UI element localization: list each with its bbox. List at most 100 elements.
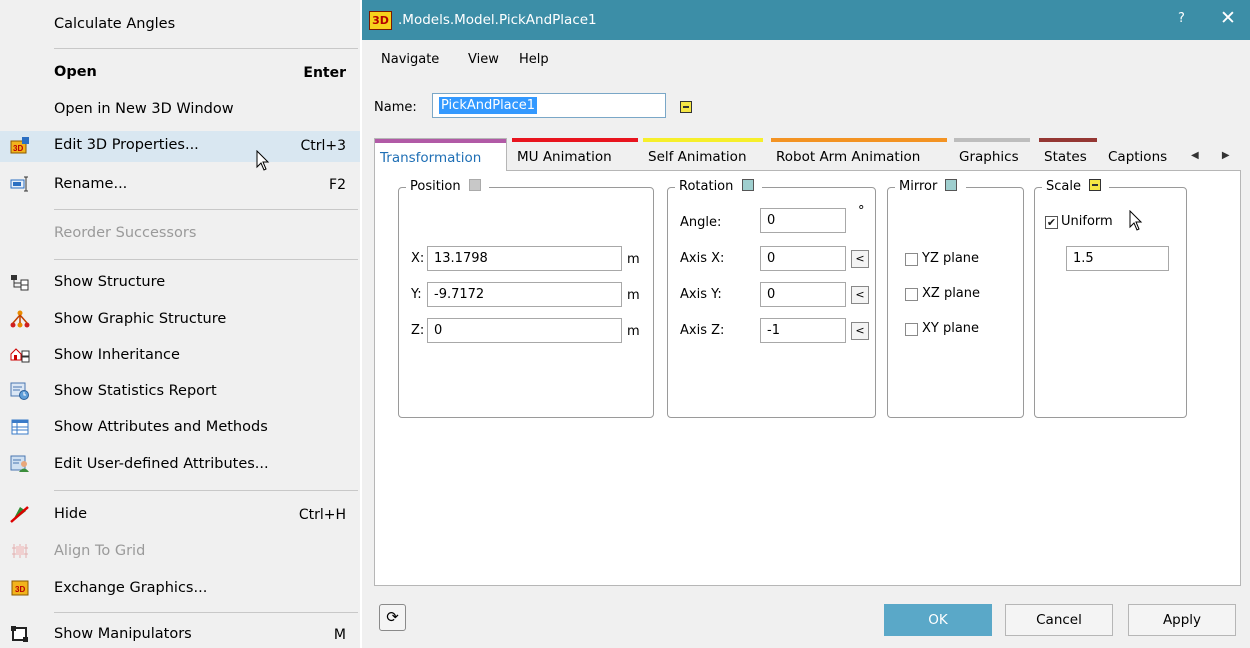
menu-item-hide[interactable]: Hide Ctrl+H — [0, 500, 360, 528]
position-group-title: Position — [410, 179, 461, 194]
menu-item-edit-3d-properties[interactable]: 3D Edit 3D Properties... Ctrl+3 — [0, 131, 360, 162]
scale-input[interactable]: 1.5 — [1066, 246, 1169, 271]
axis-z-label: Axis Z: — [680, 323, 725, 338]
menu-item-show-inheritance[interactable]: Show Inheritance — [0, 341, 360, 369]
title-bar: 3D .Models.Model.PickAndPlace1 ? ✕ — [362, 0, 1250, 40]
user-attributes-icon — [10, 455, 30, 473]
tab-states[interactable]: States — [1039, 138, 1097, 168]
tab-color-bar — [771, 138, 947, 142]
yz-plane-checkbox[interactable] — [905, 253, 918, 266]
ok-button[interactable]: OK — [884, 604, 992, 636]
angle-input[interactable]: 0 — [760, 208, 846, 233]
menu-navigate[interactable]: Navigate — [381, 52, 439, 67]
tab-captions[interactable]: Captions — [1103, 138, 1181, 168]
close-button[interactable]: ✕ — [1220, 7, 1236, 29]
axis-y-label: Axis Y: — [680, 287, 722, 302]
rename-icon — [10, 175, 30, 193]
position-z-input[interactable]: 0 — [427, 318, 622, 343]
menu-item-calculate-angles[interactable]: Calculate Angles — [0, 10, 360, 38]
name-input[interactable]: PickAndPlace1 — [432, 93, 666, 118]
y-label: Y: — [411, 287, 422, 302]
tab-transformation[interactable]: Transformation — [374, 138, 507, 171]
menu-separator — [54, 259, 358, 260]
position-group: Position X: 13.1798 m Y: -9.7172 m Z: 0 … — [398, 178, 654, 418]
help-button[interactable]: ? — [1178, 11, 1185, 26]
uniform-label: Uniform — [1061, 214, 1113, 229]
mirror-group-title: Mirror — [899, 179, 938, 194]
menu-bar: Navigate View Help — [362, 40, 1250, 80]
yz-plane-label: YZ plane — [922, 251, 980, 266]
axis-x-label: Axis X: — [680, 251, 725, 266]
inherit-toggle-icon[interactable] — [680, 101, 692, 113]
axis-y-input[interactable]: 0 — [760, 282, 846, 307]
properties-dialog: 3D .Models.Model.PickAndPlace1 ? ✕ Navig… — [362, 0, 1250, 648]
menu-item-show-graphic-structure[interactable]: Show Graphic Structure — [0, 305, 360, 333]
xy-plane-checkbox[interactable] — [905, 323, 918, 336]
menu-separator — [54, 209, 358, 210]
x-unit: m — [627, 252, 640, 267]
axis-z-pick-button[interactable]: < — [851, 322, 869, 340]
xz-plane-label: XZ plane — [922, 286, 981, 301]
y-unit: m — [627, 288, 640, 303]
3d-app-icon: 3D — [369, 11, 392, 30]
statistics-report-icon — [10, 382, 30, 400]
apply-button[interactable]: Apply — [1128, 604, 1236, 636]
position-x-input[interactable]: 13.1798 — [427, 246, 622, 271]
menu-item-align-to-grid: Align To Grid — [0, 537, 360, 565]
manipulators-icon — [10, 625, 30, 643]
axis-z-input[interactable]: -1 — [760, 318, 846, 343]
axis-y-pick-button[interactable]: < — [851, 286, 869, 304]
menu-item-show-statistics-report[interactable]: Show Statistics Report — [0, 377, 360, 405]
menu-help[interactable]: Help — [519, 52, 549, 67]
tab-color-bar — [643, 138, 763, 142]
z-unit: m — [627, 324, 640, 339]
tab-color-bar — [1039, 138, 1097, 142]
menu-item-reorder-successors: Reorder Successors — [54, 225, 197, 241]
dialog-title: .Models.Model.PickAndPlace1 — [398, 12, 597, 28]
align-grid-icon — [10, 542, 30, 560]
hide-icon — [10, 505, 30, 523]
degree-unit: ° — [858, 204, 865, 219]
tab-color-bar — [954, 138, 1030, 142]
svg-text:3D: 3D — [15, 585, 25, 594]
menu-view[interactable]: View — [468, 52, 499, 67]
menu-item-rename[interactable]: Rename... F2 — [0, 170, 360, 198]
graphic-structure-icon — [10, 310, 30, 328]
menu-item-open-new-3d-window[interactable]: Open in New 3D Window — [0, 95, 360, 123]
scale-group: Scale ✔ Uniform 1.5 — [1034, 178, 1187, 418]
xy-plane-label: XY plane — [922, 321, 980, 336]
position-y-input[interactable]: -9.7172 — [427, 282, 622, 307]
menu-item-show-attributes-methods[interactable]: Show Attributes and Methods — [0, 413, 360, 441]
uniform-checkbox[interactable]: ✔ — [1045, 216, 1058, 229]
menu-item-exchange-graphics[interactable]: 3D Exchange Graphics... — [0, 574, 360, 602]
tab-color-bar — [375, 139, 506, 143]
menu-item-open[interactable]: Open Enter — [0, 58, 360, 86]
refresh-button[interactable]: ⟳ — [379, 604, 406, 631]
position-inherit-icon[interactable] — [468, 179, 481, 191]
axis-x-pick-button[interactable]: < — [851, 250, 869, 268]
menu-item-edit-user-attributes[interactable]: Edit User-defined Attributes... — [0, 450, 360, 478]
tab-scroll-arrows-icon[interactable]: ◀ ▶ — [1191, 150, 1240, 161]
mirror-group: Mirror YZ plane XZ plane XY plane — [887, 178, 1024, 418]
menu-item-show-structure[interactable]: Show Structure — [0, 268, 360, 296]
tab-graphics[interactable]: Graphics — [954, 138, 1030, 168]
tab-mu-animation[interactable]: MU Animation — [512, 138, 638, 168]
mouse-cursor-icon — [256, 150, 270, 171]
scale-group-title: Scale — [1046, 179, 1081, 194]
tab-robot-arm-animation[interactable]: Robot Arm Animation — [771, 138, 947, 168]
menu-item-show-manipulators[interactable]: Show Manipulators M — [0, 620, 360, 648]
cancel-button[interactable]: Cancel — [1005, 604, 1113, 636]
mirror-inherit-icon[interactable] — [945, 179, 958, 191]
rotation-group-title: Rotation — [679, 179, 734, 194]
xz-plane-checkbox[interactable] — [905, 288, 918, 301]
menu-separator — [54, 612, 358, 613]
scale-inherit-icon[interactable] — [1089, 179, 1102, 191]
3d-properties-icon: 3D — [10, 136, 30, 154]
axis-x-input[interactable]: 0 — [760, 246, 846, 271]
tab-self-animation[interactable]: Self Animation — [643, 138, 763, 168]
structure-icon — [10, 273, 30, 291]
menu-separator — [54, 48, 358, 49]
rotation-inherit-icon[interactable] — [741, 179, 754, 191]
angle-label: Angle: — [680, 215, 722, 230]
inheritance-icon — [10, 346, 30, 364]
